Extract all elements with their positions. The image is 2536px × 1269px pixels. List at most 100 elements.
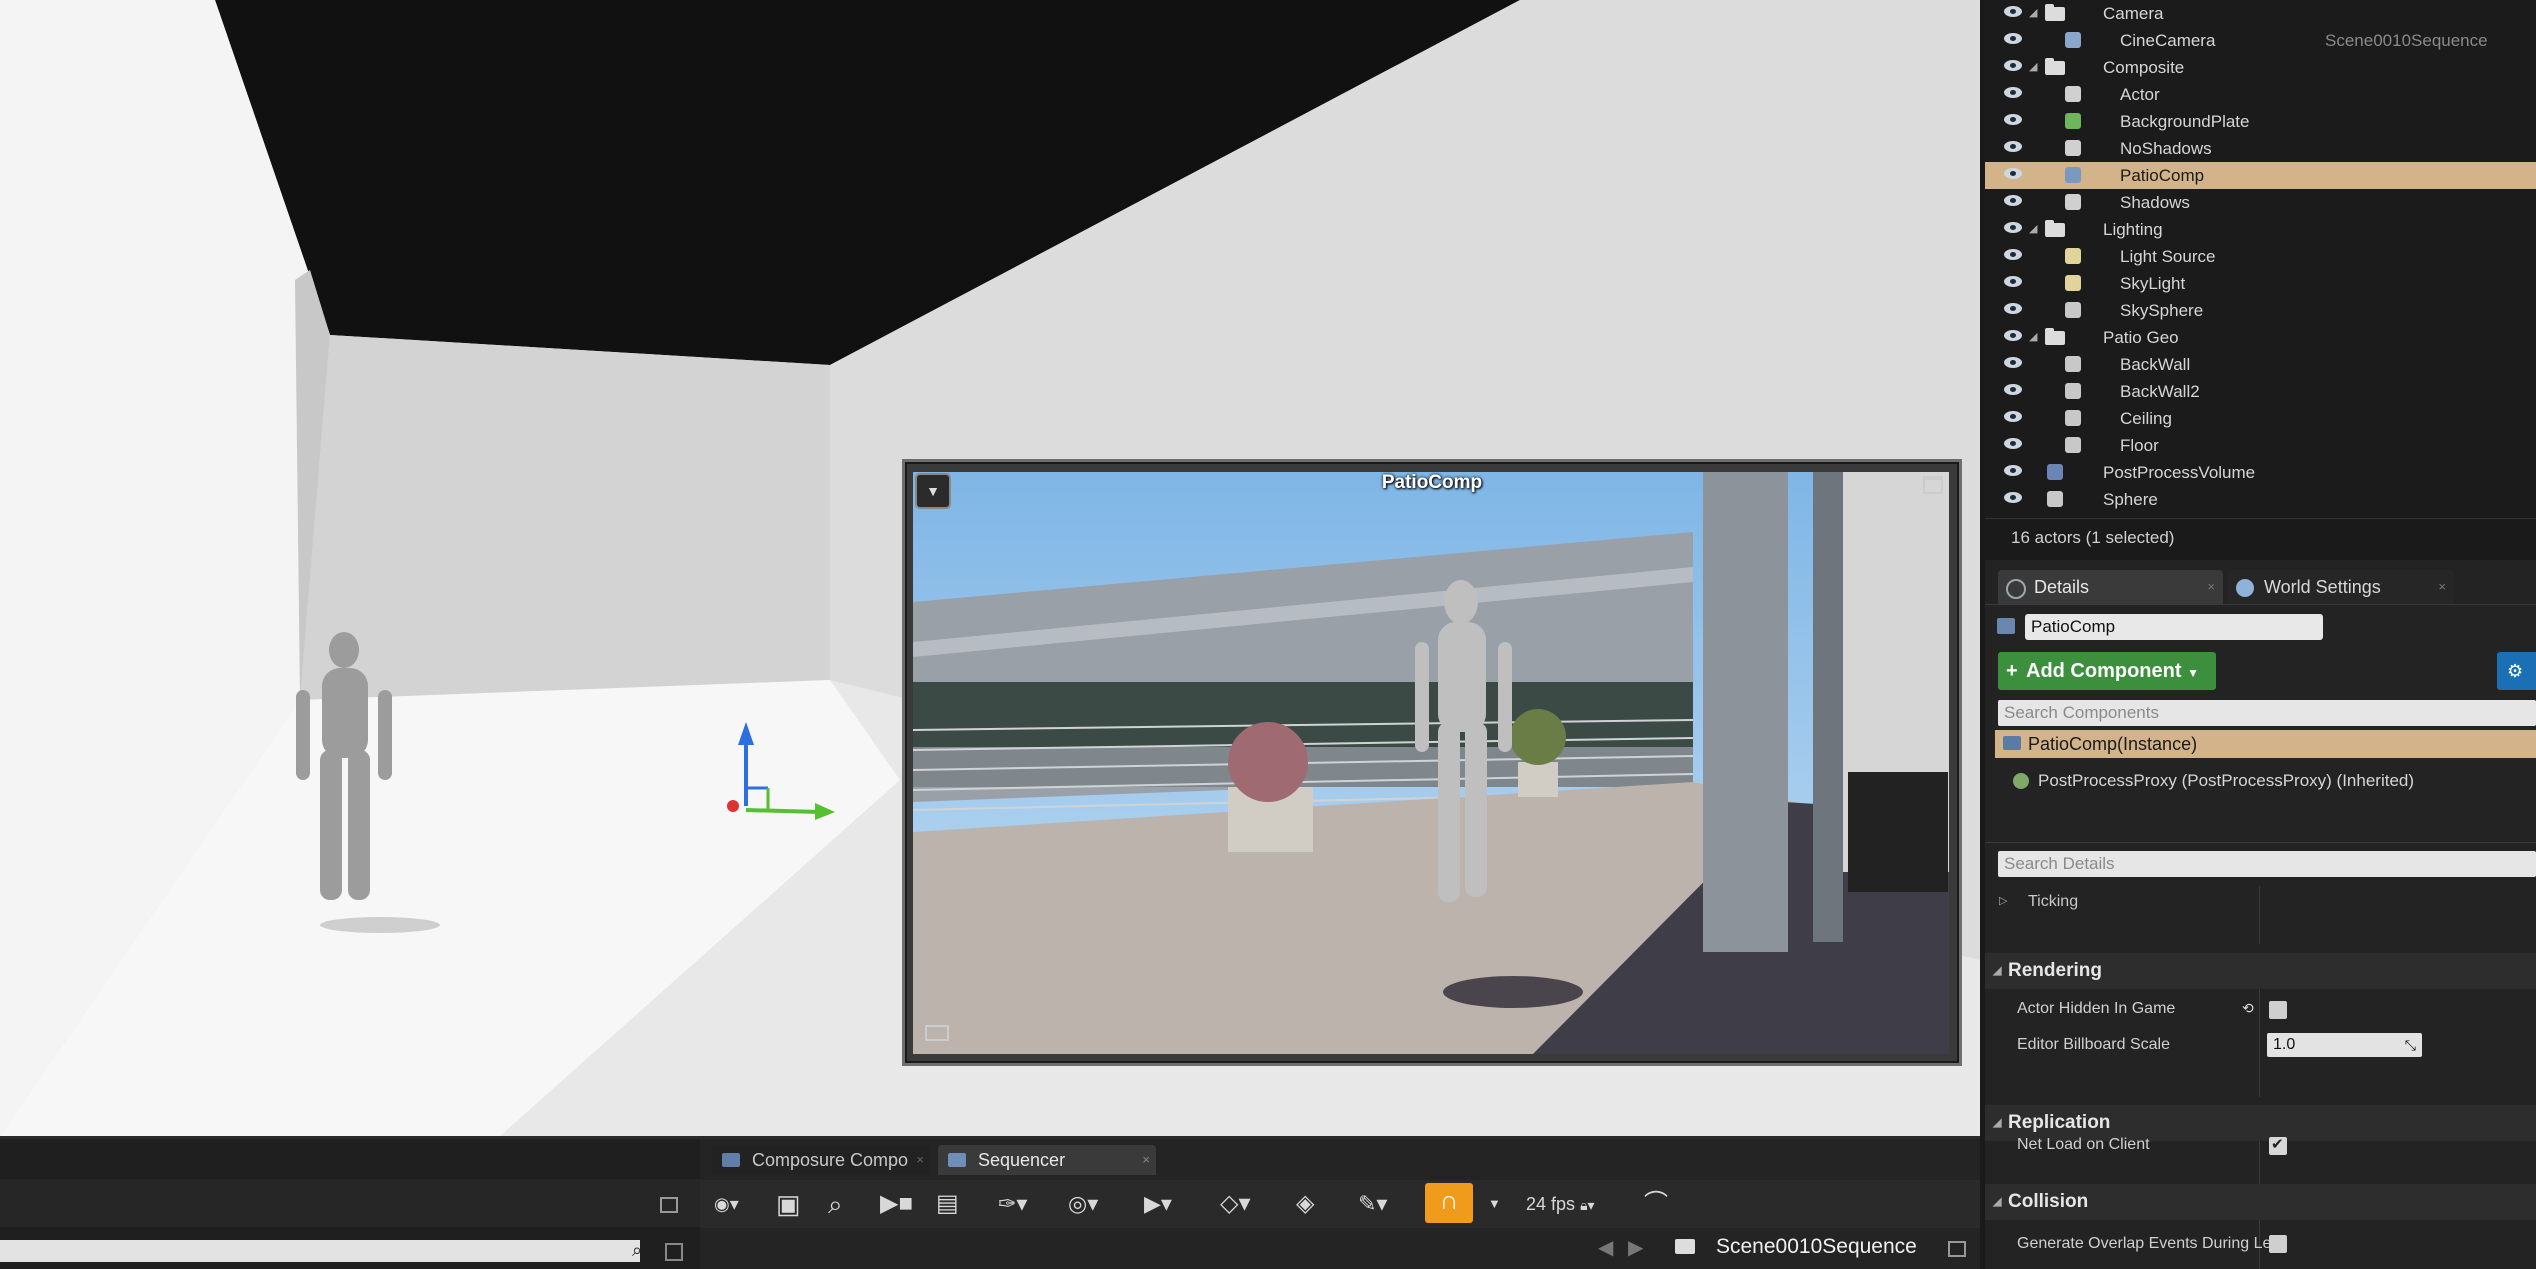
preview-options-button[interactable]: ▼ [915, 473, 951, 509]
visibility-eye-icon[interactable] [2004, 33, 2022, 44]
outliner-row[interactable]: SkyLight [1985, 270, 2536, 297]
tab-details[interactable]: Details × [1998, 570, 2223, 604]
category-rendering[interactable]: Rendering [1985, 953, 2536, 989]
brush-icon[interactable]: ✎▾ [1358, 1187, 1387, 1221]
visibility-eye-icon[interactable] [2004, 411, 2022, 422]
lock-icon[interactable] [660, 1197, 678, 1213]
visibility-eye-icon[interactable] [2004, 60, 2022, 71]
visibility-eye-icon[interactable] [2004, 114, 2022, 125]
component-instance-row[interactable]: PatioComp(Instance) [1995, 730, 2536, 758]
chevron-down-icon[interactable]: ▼ [1488, 1187, 1501, 1221]
camera-icon[interactable]: ▶■ [880, 1187, 913, 1221]
outliner-row[interactable]: Floor [1985, 432, 2536, 459]
tab-world-label: World Settings [2264, 577, 2381, 597]
visibility-eye-icon[interactable] [2004, 87, 2022, 98]
visibility-eye-icon[interactable] [2004, 357, 2022, 368]
visibility-eye-icon[interactable] [2004, 141, 2022, 152]
wrench-icon[interactable]: ✑▾ [998, 1187, 1027, 1221]
snap-magnet-icon[interactable]: ∩ [1425, 1183, 1473, 1223]
ticking-row[interactable]: ▷ Ticking [1985, 886, 2536, 920]
camera-icon [2065, 32, 2081, 48]
close-icon[interactable]: × [2438, 570, 2446, 604]
folder-icon [2045, 220, 2065, 237]
add-component-button[interactable]: Add Component ▼ + [1998, 652, 2216, 690]
outliner-row[interactable]: Ceiling [1985, 405, 2536, 432]
visibility-eye-icon[interactable] [2004, 384, 2022, 395]
outliner-row[interactable]: Shadows [1985, 189, 2536, 216]
expand-arrow-icon[interactable]: ◢ [2029, 54, 2037, 81]
eye-icon[interactable]: ◎▾ [1068, 1187, 1098, 1221]
forward-arrow-icon[interactable]: ▶ [1628, 1235, 1643, 1260]
folder-icon [2045, 4, 2065, 21]
close-icon[interactable]: × [1142, 1145, 1150, 1175]
actor-hidden-checkbox[interactable] [2269, 1001, 2287, 1019]
outliner-row[interactable]: Actor [1985, 81, 2536, 108]
visibility-eye-icon[interactable] [2004, 222, 2022, 233]
outliner-row[interactable]: BackgroundPlate [1985, 108, 2536, 135]
outliner-row[interactable]: PatioComp [1985, 162, 2536, 189]
expand-arrow-icon[interactable]: ◢ [2029, 216, 2037, 243]
outliner-row[interactable]: ◢ Patio Geo [1985, 324, 2536, 351]
visibility-eye-icon[interactable] [2004, 249, 2022, 260]
close-icon[interactable]: × [2207, 570, 2215, 604]
expand-arrow-icon[interactable]: ◢ [2029, 324, 2037, 351]
keyframe-icon[interactable]: ◈ [1296, 1187, 1314, 1221]
netload-checkbox[interactable] [2269, 1135, 2287, 1155]
tab-sequencer[interactable]: Sequencer × [938, 1145, 1156, 1175]
reset-icon[interactable]: ⟲ [2242, 1000, 2254, 1017]
actor-name-field[interactable]: PatioComp [2025, 614, 2323, 640]
outliner-row[interactable]: SkySphere [1985, 297, 2536, 324]
folder-icon[interactable] [1675, 1239, 1695, 1254]
outliner-row[interactable]: NoShadows [1985, 135, 2536, 162]
clapper-icon[interactable]: ▤ [936, 1187, 959, 1221]
outliner-row[interactable]: BackWall2 [1985, 378, 2536, 405]
back-arrow-icon[interactable]: ◀ [1598, 1235, 1613, 1260]
outliner-row[interactable]: CineCamera Scene0010Sequence [1985, 27, 2536, 54]
search-icon[interactable]: ⌕ [632, 1240, 642, 1261]
search-components-input[interactable]: Search Components [1998, 700, 2536, 726]
outliner-row[interactable]: BackWall [1985, 351, 2536, 378]
save-icon[interactable]: ▣ [776, 1187, 801, 1221]
save-icon[interactable] [665, 1243, 683, 1261]
expand-arrow-icon[interactable]: ◢ [2029, 0, 2037, 27]
component-child-row[interactable]: PostProcessProxy (PostProcessProxy) (Inh… [2005, 768, 2414, 794]
composure-icon [722, 1153, 740, 1167]
curve-editor-icon[interactable]: ⌒ [1644, 1187, 1668, 1221]
camera-preview-window[interactable]: PatioComp ▼ [902, 459, 1962, 1066]
lock-icon[interactable] [1948, 1241, 1966, 1257]
tab-composure[interactable]: Composure Compo × [712, 1145, 930, 1175]
left-search-input[interactable] [0, 1240, 640, 1262]
visibility-eye-icon[interactable] [2004, 330, 2022, 341]
visibility-eye-icon[interactable] [2004, 438, 2022, 449]
maximize-icon[interactable] [1923, 476, 1943, 494]
visibility-eye-icon[interactable] [2004, 168, 2022, 179]
outliner-row[interactable]: Sphere [1985, 486, 2536, 513]
key-icon[interactable]: ◇▾ [1220, 1187, 1251, 1221]
visibility-eye-icon[interactable] [2004, 303, 2022, 314]
outliner-row[interactable]: Light Source [1985, 243, 2536, 270]
world-dropdown-icon[interactable]: ◉▾ [714, 1187, 739, 1221]
visibility-eye-icon[interactable] [2004, 492, 2022, 503]
overlap-checkbox[interactable] [2269, 1235, 2287, 1253]
visibility-eye-icon[interactable] [2004, 465, 2022, 476]
tab-world-settings[interactable]: World Settings × [2228, 570, 2454, 604]
fps-dropdown[interactable]: 24 fps 🔒︎▾ [1526, 1187, 1595, 1221]
outliner-row[interactable]: ◢ Lighting [1985, 216, 2536, 243]
play-icon[interactable]: ▶▾ [1144, 1187, 1172, 1221]
outliner-row[interactable]: ◢ Camera [1985, 0, 2536, 27]
details-panel: Details × World Settings × PatioComp Add… [1985, 560, 2536, 1269]
folder-icon [2045, 328, 2065, 345]
level-viewport[interactable]: PatioComp ▼ [0, 0, 1980, 1139]
billboard-scale-field[interactable]: 1.0 ⤡ [2267, 1033, 2422, 1057]
close-icon[interactable]: × [916, 1145, 924, 1175]
search-details-input[interactable]: Search Details [1998, 851, 2536, 877]
category-collision[interactable]: Collision [1985, 1184, 2536, 1220]
outliner-row[interactable]: ◢ Composite [1985, 54, 2536, 81]
visibility-eye-icon[interactable] [2004, 276, 2022, 287]
visibility-eye-icon[interactable] [2004, 195, 2022, 206]
search-icon[interactable]: ⌕ [828, 1187, 843, 1221]
visibility-eye-icon[interactable] [2004, 6, 2022, 17]
outliner-row[interactable]: PostProcessVolume [1985, 459, 2536, 486]
camera-icon [925, 1025, 949, 1041]
blueprint-button[interactable]: ⚙ [2497, 652, 2536, 690]
